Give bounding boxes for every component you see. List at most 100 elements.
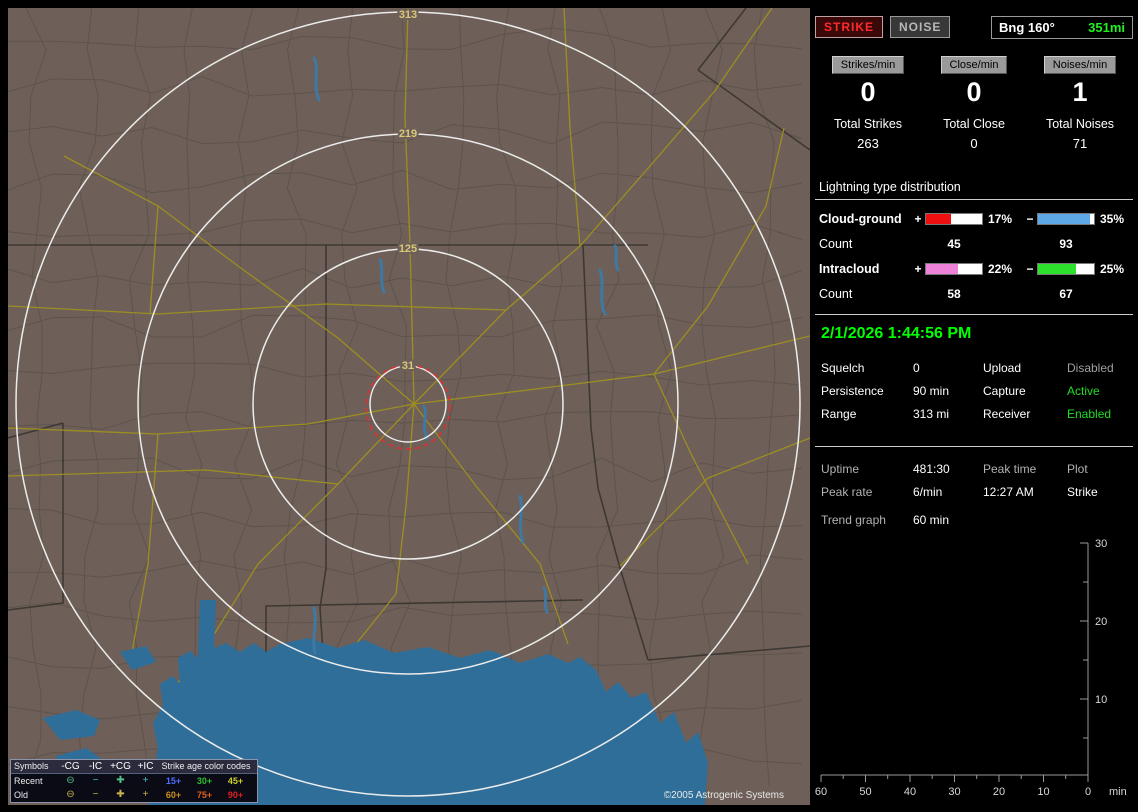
ring-label-125: 125 [399, 243, 417, 255]
legend-col-neg-cg: -CG [61, 760, 80, 772]
cg-count-label: Count [819, 237, 853, 251]
total-noises-column: Total Noises 71 [1027, 117, 1133, 151]
symbols-legend: Symbols -CG -IC +CG +IC Strike age color… [10, 759, 258, 803]
range-value: 313 mi [913, 407, 950, 421]
strikes-per-min-button[interactable]: Strikes/min [831, 56, 905, 74]
ic-negative-count: 67 [1059, 287, 1073, 301]
upload-label: Upload [983, 361, 1022, 375]
pos-cg-old-icon: ✚ [116, 789, 125, 800]
cloud-ground-label: Cloud-ground [819, 212, 902, 226]
ring-label-31: 31 [402, 360, 414, 372]
cg-minus-sign: − [1026, 212, 1034, 226]
map-canvas[interactable]: 313 219 125 31 [8, 8, 810, 805]
trend-graph-window: 60 min [913, 513, 950, 527]
peak-time-value: 12:27 AM [983, 485, 1034, 499]
x-tick-20: 20 [993, 786, 1005, 798]
strikes-per-min-value: 0 [860, 77, 876, 107]
receiver-label: Receiver [983, 407, 1031, 421]
trend-axes [820, 542, 1089, 782]
total-strikes-label: Total Strikes [833, 117, 903, 131]
intracloud-label: Intracloud [819, 262, 880, 276]
ic-negative-bar-fill [1038, 264, 1076, 274]
trend-graph-label: Trend graph [821, 513, 886, 527]
close-per-min-button[interactable]: Close/min [940, 56, 1008, 74]
capture-status: Active [1067, 384, 1100, 398]
total-strikes-value: 263 [857, 136, 879, 151]
cg-negative-count: 93 [1059, 237, 1073, 251]
legend-recent-row: Recent ⊖ − ✚ + 15+ 30+ 45+ [11, 774, 257, 788]
ic-negative-percent: 25% [1100, 262, 1125, 276]
y-tick-20: 20 [1095, 616, 1107, 628]
cg-positive-count: 45 [947, 237, 961, 251]
close-per-min-column: Close/min 0 [921, 56, 1027, 108]
legend-old-label: Old [14, 789, 29, 800]
neg-ic-old-icon: − [92, 789, 99, 800]
noises-per-min-button[interactable]: Noises/min [1043, 56, 1117, 74]
total-noises-label: Total Noises [1045, 117, 1115, 131]
copyright-text: ©2005 Astrogenic Systems [663, 790, 784, 801]
ic-positive-bar-fill [926, 264, 959, 274]
age-60: 60+ [165, 789, 182, 800]
trend-axis-labels: 30 20 10 60 50 40 30 20 10 0 min [815, 538, 1127, 798]
plot-label: Plot [1067, 462, 1088, 476]
uptime-label: Uptime [821, 462, 860, 476]
bearing-value: Bng 160° [999, 19, 1055, 35]
total-strikes-column: Total Strikes 263 [815, 117, 921, 151]
distance-value: 351mi [1088, 19, 1125, 35]
status-sidebar: STRIKE NOISE Bng 160° 351mi Strikes/min … [815, 8, 1133, 805]
age-15: 15+ [165, 775, 182, 786]
peak-rate-value: 6/min [913, 485, 943, 499]
distribution-table: Cloud-ground + 17% − 35% Count 45 93 Int… [815, 200, 1133, 301]
total-noises-value: 71 [1072, 136, 1088, 151]
legend-col-neg-ic: -IC [88, 760, 103, 772]
neg-cg-recent-icon: ⊖ [66, 775, 75, 786]
receiver-status: Enabled [1067, 407, 1112, 421]
bearing-range-display: Bng 160° 351mi [991, 15, 1133, 39]
persistence-value: 90 min [913, 384, 950, 398]
legend-recent-label: Recent [14, 775, 43, 786]
legend-age-header: Strike age color codes [161, 761, 251, 771]
legend-header-row: Symbols -CG -IC +CG +IC Strike age color… [11, 760, 257, 774]
noises-per-min-column: Noises/min 1 [1027, 56, 1133, 108]
total-close-column: Total Close 0 [921, 117, 1027, 151]
ic-positive-bar [925, 263, 983, 275]
age-30: 30+ [196, 775, 213, 786]
range-label: Range [821, 407, 857, 421]
mode-controls: STRIKE NOISE Bng 160° 351mi [815, 15, 1133, 39]
cg-negative-percent: 35% [1100, 212, 1125, 226]
y-tick-10: 10 [1095, 694, 1107, 706]
noise-mode-button[interactable]: NOISE [890, 16, 951, 38]
map-panel: 313 219 125 31 Symbols -CG -IC +CG +IC S… [8, 8, 810, 805]
y-tick-30: 30 [1095, 538, 1107, 550]
uptime-panel: Uptime 481:30 Peak time Plot Peak rate 6… [815, 447, 1133, 499]
cg-positive-bar-fill [926, 214, 952, 224]
cg-negative-bar [1037, 213, 1095, 225]
cg-negative-bar-fill [1038, 214, 1091, 224]
cg-plus-sign: + [914, 212, 922, 226]
rate-counters: Strikes/min 0 Close/min 0 Noises/min 1 [815, 56, 1133, 108]
ic-positive-count: 58 [947, 287, 961, 301]
trend-graph-header: Trend graph 60 min [815, 499, 1133, 527]
persistence-label: Persistence [821, 384, 884, 398]
pos-ic-recent-icon: + [142, 775, 149, 786]
strike-mode-button[interactable]: STRIKE [815, 16, 884, 38]
x-tick-30: 30 [948, 786, 960, 798]
totals: Total Strikes 263 Total Close 0 Total No… [815, 117, 1133, 151]
total-close-value: 0 [970, 136, 978, 151]
x-tick-0: 0 [1085, 786, 1091, 798]
squelch-label: Squelch [821, 361, 865, 375]
settings-panel: Squelch 0 Upload Disabled Persistence 90… [815, 352, 1133, 433]
trend-graph: 30 20 10 60 50 40 30 20 10 0 min [815, 538, 1127, 798]
noises-per-min-value: 1 [1072, 77, 1088, 107]
x-axis-unit: min [1109, 786, 1127, 798]
cg-positive-percent: 17% [988, 212, 1013, 226]
ic-minus-sign: − [1026, 262, 1034, 276]
uptime-value: 481:30 [913, 462, 950, 476]
x-tick-60: 60 [815, 786, 827, 798]
age-90: 90+ [227, 789, 244, 800]
ic-negative-bar [1037, 263, 1095, 275]
legend-symbols-header: Symbols [14, 761, 49, 771]
ic-plus-sign: + [914, 262, 922, 276]
pos-ic-old-icon: + [142, 789, 149, 800]
peak-rate-label: Peak rate [821, 485, 873, 499]
